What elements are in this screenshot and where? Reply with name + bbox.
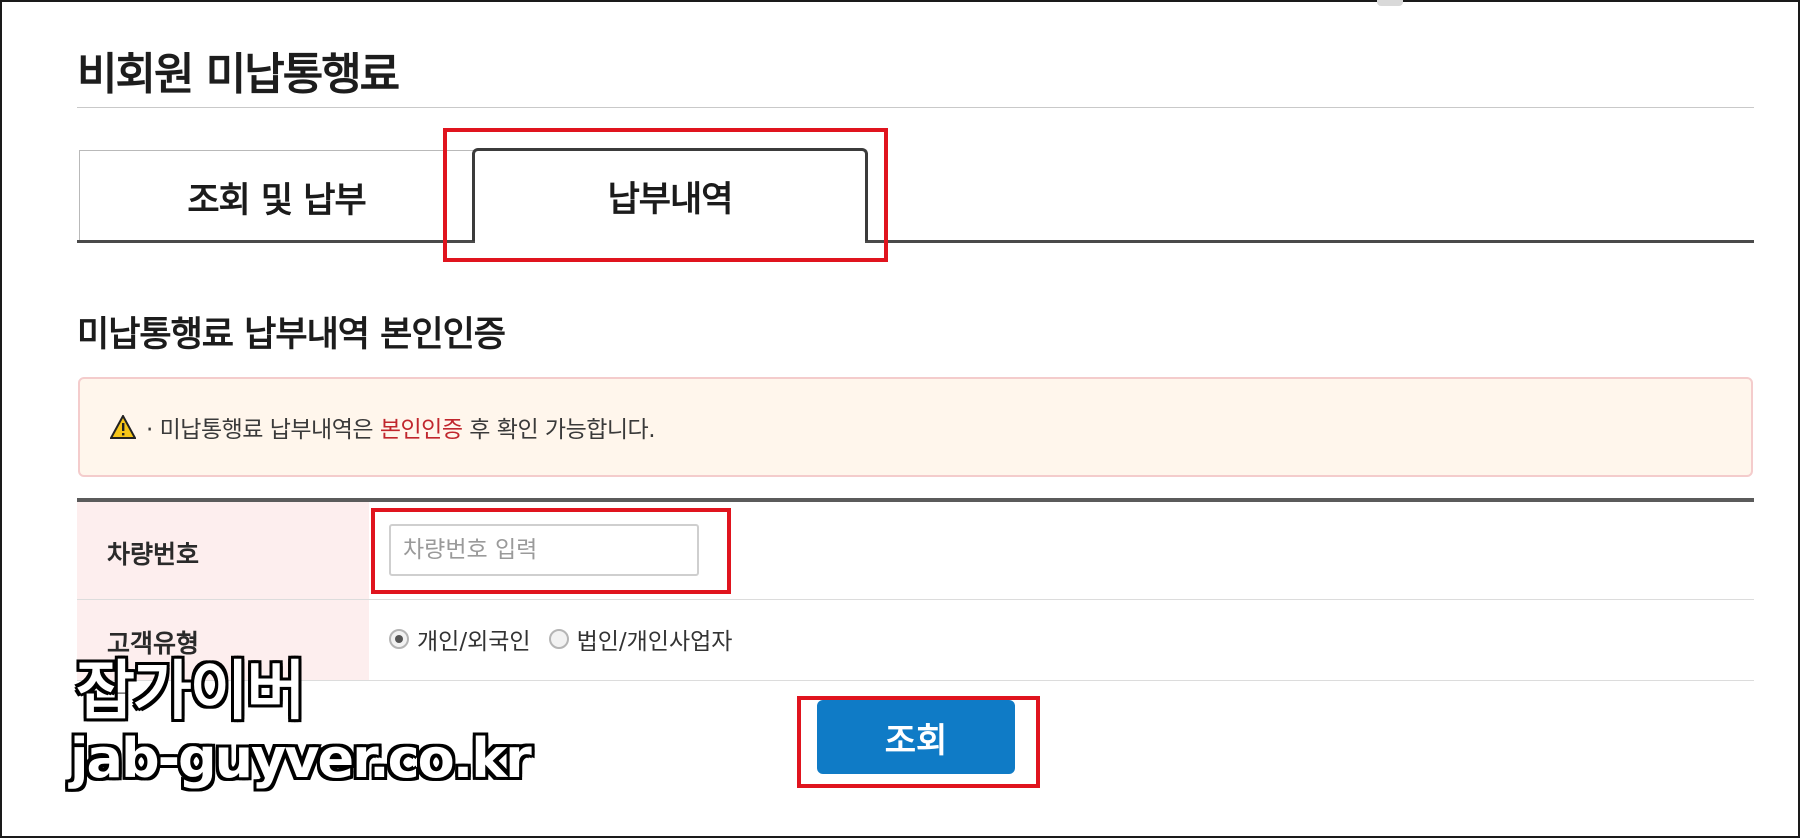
watermark-url: jab-guyver.co.kr bbox=[70, 727, 532, 790]
tab-payment-history[interactable]: 납부내역 bbox=[472, 148, 868, 241]
tab-payment-history-label: 납부내역 bbox=[607, 179, 734, 220]
warning-icon bbox=[110, 415, 136, 439]
scroll-stub bbox=[1377, 0, 1403, 6]
radio-corporate-label[interactable]: 법인/개인사업자 bbox=[577, 622, 733, 656]
customer-type-radio-group: 개인/외국인 법인/개인사업자 bbox=[389, 622, 750, 656]
notice-box: · 미납통행료 납부내역은 본인인증 후 확인 가능합니다. bbox=[78, 377, 1753, 477]
page-title: 비회원 미납통행료 bbox=[77, 49, 400, 100]
notice-highlight: 본인인증 bbox=[379, 417, 463, 443]
notice-text-after: 후 확인 가능합니다. bbox=[462, 417, 656, 443]
radio-individual-label[interactable]: 개인/외국인 bbox=[417, 622, 531, 656]
active-tab-gap bbox=[475, 238, 865, 244]
notice-text-before: · 미납통행료 납부내역은 bbox=[146, 417, 380, 443]
row-divider bbox=[77, 680, 1754, 681]
radio-individual[interactable] bbox=[389, 629, 409, 649]
search-button[interactable]: 조회 bbox=[817, 700, 1015, 774]
tab-inquiry-payment[interactable]: 조회 및 납부 bbox=[79, 150, 474, 243]
vehicle-number-input[interactable] bbox=[389, 524, 699, 576]
section-title: 미납통행료 납부내역 본인인증 bbox=[77, 315, 506, 355]
tab-bar-divider bbox=[77, 240, 1754, 243]
tab-inquiry-payment-label: 조회 및 납부 bbox=[187, 180, 366, 221]
title-divider bbox=[77, 107, 1754, 108]
watermark-name: 잡가이버 bbox=[76, 655, 306, 729]
vehicle-number-label: 차량번호 bbox=[107, 540, 200, 569]
radio-corporate[interactable] bbox=[548, 629, 569, 649]
notice-text: · 미납통행료 납부내역은 본인인증 후 확인 가능합니다. bbox=[146, 410, 656, 444]
